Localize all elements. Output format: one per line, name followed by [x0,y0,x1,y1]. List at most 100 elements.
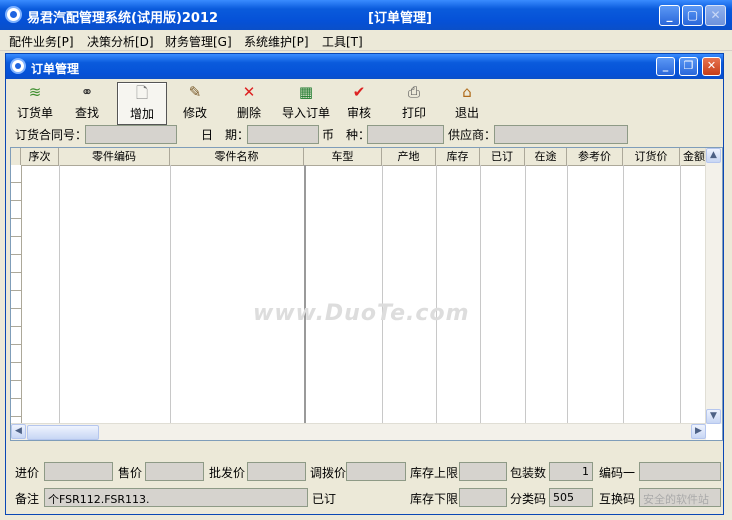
menu-system-maintenance[interactable]: 系统维护[P] [244,33,309,50]
grid-col-line [623,165,681,424]
grid-col-line [59,165,171,424]
horizontal-scroll-thumb[interactable] [27,425,99,440]
child-close-button[interactable]: ✕ [702,57,721,76]
remark-field[interactable]: 个FSR112.FSR113. [44,488,308,507]
col-part-code[interactable]: 零件编码 [59,148,170,165]
excel-import-icon: ▦ [298,83,314,101]
app-title: 易君汽配管理系统(试用版)2012 [27,11,219,26]
col-origin[interactable]: 产地 [382,148,436,165]
print-label: 打印 [401,106,426,120]
menu-finance[interactable]: 财务管理[G] [165,33,232,50]
sale-price-field[interactable] [145,462,204,481]
watermark: www.DuoTe.com [253,301,470,326]
scroll-left-button[interactable]: ◀ [11,424,26,439]
minimize-button[interactable]: _ [659,5,680,26]
order-sheet-button[interactable]: ≋ 订货单 [10,82,60,124]
pack-qty-field[interactable]: 1 [549,462,593,481]
horizontal-scrollbar[interactable]: ◀ ▶ [11,423,706,440]
date-field[interactable] [247,125,319,144]
col-ref-price[interactable]: 参考价 [567,148,623,165]
category-code-label: 分类码 [510,492,547,506]
menu-decision-analysis[interactable]: 决策分析[D] [87,33,154,50]
stock-lower-field[interactable] [459,488,507,507]
print-button[interactable]: ⎙ 打印 [389,82,439,124]
col-order-price[interactable]: 订货价 [623,148,680,165]
scroll-right-button[interactable]: ▶ [691,424,706,439]
currency-field[interactable] [367,125,444,144]
edit-label: 修改 [182,106,207,120]
sale-price-label: 售价 [118,466,143,480]
date-label: 日 期： [201,128,250,142]
contract-no-field[interactable] [85,125,177,144]
menu-tools[interactable]: 工具[T] [322,33,363,50]
order-management-window: 订单管理 _ ❐ ✕ ≋ 订货单 ⚭ 查找 🗋 增加 ✎ 修改 ✕ 删除 ▦ 导… [5,53,724,515]
child-minimize-button[interactable]: _ [656,57,675,76]
wholesale-price-label: 批发价 [209,466,246,480]
col-ordered[interactable]: 已订 [480,148,525,165]
supplier-field[interactable] [494,125,628,144]
row-selector-header [11,148,21,165]
scroll-down-button[interactable]: ▼ [706,409,721,424]
binoculars-icon: ⚭ [80,83,94,101]
grid-header: 序次 零件编码 零件名称 车型 产地 库存 已订 在途 参考价 订货价 金额 [11,148,722,166]
col-in-transit[interactable]: 在途 [525,148,567,165]
vertical-scrollbar[interactable]: ▲ ▼ [705,148,722,424]
app-titlebar: 易君汽配管理系统(试用版)2012 [订单管理] _ ▢ ✕ [0,0,732,30]
menu-parts-business[interactable]: 配件业务[P] [9,33,74,50]
delete-x-icon: ✕ [242,83,256,101]
delete-label: 删除 [236,106,261,120]
grid-col-line [304,165,383,424]
col-model[interactable]: 车型 [304,148,382,165]
col-stock[interactable]: 库存 [436,148,480,165]
child-restore-button[interactable]: ❐ [679,57,698,76]
category-code-field[interactable]: 505 [549,488,593,507]
grid-col-line [170,165,306,424]
checkmark-icon: ✔ [352,83,366,101]
wholesale-price-field[interactable] [247,462,306,481]
transfer-price-field[interactable] [346,462,406,481]
grid-col-line [382,165,437,424]
maximize-button[interactable]: ▢ [682,5,703,26]
pack-qty-label: 包装数 [510,466,547,480]
home-icon: ⌂ [462,83,472,101]
order-sheet-label: 订货单 [16,106,53,120]
exit-button[interactable]: ⌂ 退出 [442,82,492,124]
scroll-up-button[interactable]: ▲ [706,148,721,163]
document-title: [订单管理] [368,11,432,26]
col-seq[interactable]: 序次 [21,148,59,165]
review-button[interactable]: ✔ 审核 [334,82,384,124]
add-label: 增加 [129,107,154,121]
interchange-code-field[interactable]: 安全的软件站 [639,488,721,507]
add-button[interactable]: 🗋 增加 [117,82,167,125]
order-items-grid[interactable]: 序次 零件编码 零件名称 车型 产地 库存 已订 在途 参考价 订货价 金额 ▲… [10,147,723,441]
app-logo-icon [5,6,22,23]
edit-button[interactable]: ✎ 修改 [170,82,220,124]
stock-upper-field[interactable] [459,462,507,481]
delete-button[interactable]: ✕ 删除 [224,82,274,124]
exit-label: 退出 [454,106,479,120]
child-window-icon [10,58,26,74]
grid-col-line [525,165,568,424]
printer-icon: ⎙ [407,83,420,101]
stack-icon: ≋ [28,83,42,101]
find-button[interactable]: ⚭ 查找 [62,82,112,124]
menu-bar: 配件业务[P] 决策分析[D] 财务管理[G] 系统维护[P] 工具[T] [0,30,732,51]
supplier-label: 供应商： [448,128,497,142]
col-amount[interactable]: 金额 [680,148,706,165]
import-order-button[interactable]: ▦ 导入订单 [278,82,334,124]
purchase-price-field[interactable] [44,462,113,481]
close-button[interactable]: ✕ [705,5,726,26]
code1-field[interactable] [639,462,721,481]
import-order-label: 导入订单 [281,106,330,120]
code1-label: 编码一 [599,466,636,480]
grid-col-line [436,165,481,424]
col-part-name[interactable]: 零件名称 [170,148,304,165]
find-label: 查找 [74,106,99,120]
edit-page-icon: ✎ [188,83,202,101]
interchange-code-label: 互换码 [599,492,636,506]
contract-no-label: 订货合同号： [15,128,88,142]
grid-col-line [480,165,526,424]
child-titlebar: 订单管理 _ ❐ ✕ [6,54,723,79]
grid-col-line [21,165,60,424]
new-page-icon: 🗋 [135,84,149,102]
